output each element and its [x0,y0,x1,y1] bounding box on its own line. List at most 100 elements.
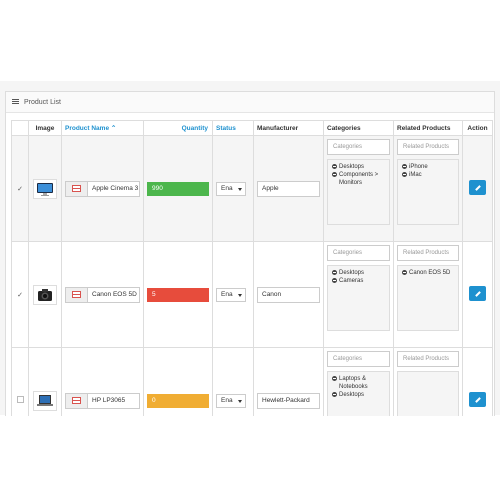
image-cell [28,241,62,348]
manufacturer-input[interactable]: Hewlett-Packard [257,392,320,409]
status-select[interactable]: Ena [216,287,246,302]
remove-circle-icon[interactable] [402,172,407,177]
related-tag-label: iPhone [409,164,428,170]
image-column-header: Image [28,120,62,136]
related-products-cell: Related Products iPhone iMac [393,135,463,242]
category-tag: Desktops [332,269,385,277]
product-name-input[interactable]: Canon EOS 5D [88,286,140,303]
remove-circle-icon[interactable] [402,164,407,169]
related-products-list [397,371,459,416]
select-cell[interactable]: ✓ [11,241,29,348]
related-tag: iMac [402,171,454,179]
panel-title: Product List [24,98,61,106]
related-products-column-header: Related Products [393,120,463,136]
checked-checkmark[interactable]: ✓ [17,292,23,299]
product-list-panel: Product List Image Product Name ⌃ Quanti… [5,91,495,416]
edit-button[interactable] [469,392,486,407]
status-select-value: Ena [221,397,233,404]
quantity-input[interactable]: 5 [147,287,209,302]
sort-asc-icon: ⌃ [110,125,117,132]
related-products-cell: Related Products Canon EOS 5D [393,241,463,348]
table-row: HP LP3065 0 Ena Hewlett-Packard Categories La… [11,347,493,416]
quantity-column-header[interactable]: Quantity [143,120,213,136]
quantity-cell: 5 [143,241,213,348]
product-name-cell: Canon EOS 5D [61,241,144,348]
caret-down-icon [238,187,242,191]
manufacturer-cell: Hewlett-Packard [253,347,324,416]
table-row: ✓ Canon EOS 5D 5 Ena Canon Categories Desktops… [11,241,493,348]
product-table: Image Product Name ⌃ Quantity Status Man… [11,120,493,416]
edit-button[interactable] [469,180,486,195]
checked-checkmark[interactable]: ✓ [17,186,23,193]
category-tag: Desktops [332,391,385,399]
manufacturer-cell: Canon [253,241,324,348]
related-products-list: iPhone iMac [397,159,459,225]
status-cell: Ena [212,347,254,416]
categories-column-header: Categories [323,120,394,136]
product-name-input[interactable]: HP LP3065 [88,392,140,409]
status-select[interactable]: Ena [216,181,246,196]
categories-autocomplete-input[interactable]: Categories [327,245,390,261]
product-thumbnail [33,284,57,305]
remove-circle-icon[interactable] [332,278,337,283]
remove-circle-icon[interactable] [332,270,337,275]
product-name-column-header[interactable]: Product Name ⌃ [61,120,144,136]
image-cell [28,347,62,416]
action-cell [462,135,493,242]
related-products-autocomplete-input[interactable]: Related Products [397,139,459,155]
panel-heading: Product List [6,92,494,113]
pencil-icon [475,185,481,191]
remove-circle-icon[interactable] [402,270,407,275]
product-name-cell: HP LP3065 [61,347,144,416]
categories-autocomplete-input[interactable]: Categories [327,139,390,155]
manufacturer-column-header: Manufacturer [253,120,324,136]
edit-button[interactable] [469,286,486,301]
remove-circle-icon[interactable] [332,172,337,177]
related-tag: iPhone [402,163,454,171]
quantity-cell: 0 [143,347,213,416]
row-checkbox[interactable] [16,396,24,403]
table-row: ✓ Apple Cinema 3 990 Ena Apple Categories Desk… [11,135,493,242]
product-name-header-label[interactable]: Product Name [65,125,109,132]
pencil-icon [475,397,481,403]
categories-list: Laptops & Notebooks Desktops [327,371,390,416]
list-icon [12,99,19,105]
related-products-autocomplete-input[interactable]: Related Products [397,351,459,367]
manufacturer-input[interactable]: Apple [257,180,320,197]
remove-circle-icon[interactable] [332,392,337,397]
select-cell[interactable]: ✓ [11,135,29,242]
categories-list: Desktops Components > Monitors [327,159,390,225]
product-table-wrap: Image Product Name ⌃ Quantity Status Man… [11,120,493,416]
related-products-cell: Related Products [393,347,463,416]
manufacturer-input[interactable]: Canon [257,286,320,303]
category-tag-label: Desktops [339,270,365,276]
related-products-autocomplete-input[interactable]: Related Products [397,245,459,261]
categories-autocomplete-input[interactable]: Categories [327,351,390,367]
category-tag-label: Desktops [339,392,365,398]
remove-circle-icon[interactable] [332,376,337,381]
caret-down-icon [238,293,242,297]
status-select[interactable]: Ena [216,393,246,408]
language-flag-icon [65,392,88,409]
select-cell[interactable] [11,347,29,416]
action-column-header: Action [462,120,493,136]
categories-cell: Categories Laptops & Notebooks Desktops [323,347,394,416]
quantity-input[interactable]: 990 [147,181,209,196]
remove-circle-icon[interactable] [332,164,337,169]
language-flag-icon [65,180,88,197]
manufacturer-cell: Apple [253,135,324,242]
status-cell: Ena [212,241,254,348]
categories-cell: Categories Desktops Cameras [323,241,394,348]
select-all-header [11,120,29,136]
status-column-header[interactable]: Status [212,120,254,136]
status-cell: Ena [212,135,254,242]
product-thumbnail [33,390,57,411]
category-tag-label: Laptops & Notebooks [339,376,368,390]
product-name-input[interactable]: Apple Cinema 3 [88,180,140,197]
related-tag-label: Canon EOS 5D [409,270,451,276]
category-tag: Desktops [332,163,385,171]
category-tag: Laptops & Notebooks [332,375,385,391]
pencil-icon [475,291,481,297]
image-cell [28,135,62,242]
quantity-input[interactable]: 0 [147,393,209,408]
